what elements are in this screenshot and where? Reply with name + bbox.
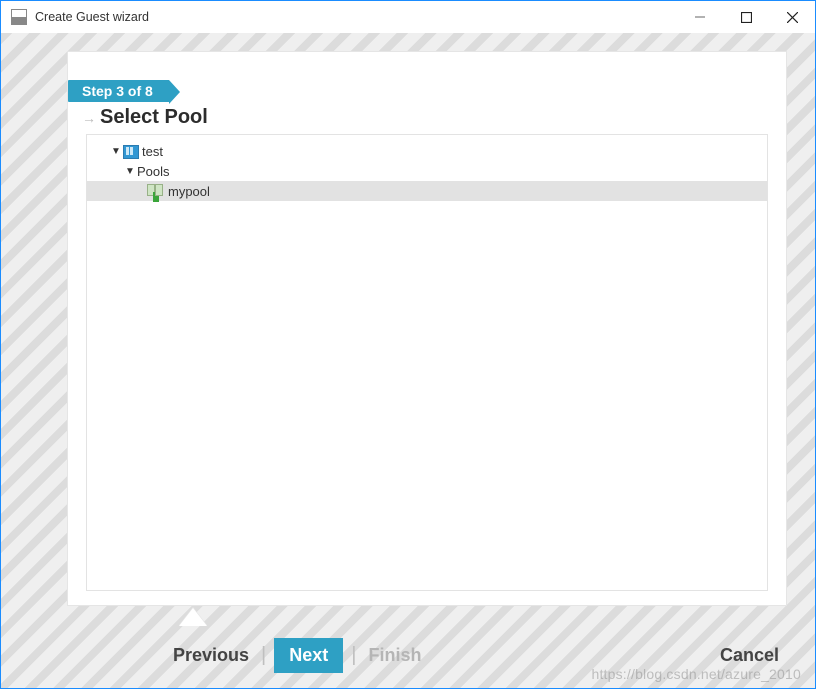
next-button[interactable]: Next — [274, 638, 343, 673]
tree-pools-node[interactable]: ▼ Pools — [97, 161, 767, 181]
tree-server-node[interactable]: ▼ test — [97, 141, 767, 161]
app-icon — [11, 9, 27, 25]
wizard-window: Create Guest wizard Step 3 of 8 → Select… — [0, 0, 816, 689]
pool-tree: ▼ test ▼ Pools mypool — [86, 134, 768, 591]
expand-toggle-icon[interactable]: ▼ — [111, 146, 121, 157]
tree-node-label: mypool — [168, 184, 210, 199]
previous-button[interactable]: Previous — [169, 639, 253, 672]
cancel-button[interactable]: Cancel — [716, 639, 783, 672]
wizard-body: Step 3 of 8 → Select Pool ▼ test ▼ Pools — [1, 33, 815, 688]
maximize-button[interactable] — [723, 2, 769, 33]
tree-pool-item[interactable]: mypool — [87, 181, 767, 201]
step-indicator: Step 3 of 8 — [68, 80, 169, 102]
expand-toggle-icon[interactable]: ▼ — [125, 166, 135, 177]
separator: | — [261, 644, 266, 667]
wizard-button-bar: Previous | Next | Finish Cancel — [1, 622, 815, 688]
step-title: Select Pool — [100, 106, 208, 129]
tree-node-label: Pools — [137, 164, 170, 179]
window-title: Create Guest wizard — [35, 10, 149, 24]
arrow-right-icon: → — [82, 110, 96, 126]
titlebar: Create Guest wizard — [1, 1, 815, 33]
panel-pointer-icon — [179, 608, 207, 626]
step-title-row: → Select Pool — [82, 106, 786, 129]
content-panel: Step 3 of 8 → Select Pool ▼ test ▼ Pools — [67, 51, 787, 606]
close-button[interactable] — [769, 2, 815, 33]
tree-node-label: test — [142, 144, 163, 159]
separator: | — [351, 644, 356, 667]
server-icon — [123, 144, 137, 158]
pool-icon — [147, 184, 163, 198]
minimize-button[interactable] — [677, 2, 723, 33]
step-chip: Step 3 of 8 — [68, 80, 169, 102]
finish-button: Finish — [364, 639, 425, 672]
